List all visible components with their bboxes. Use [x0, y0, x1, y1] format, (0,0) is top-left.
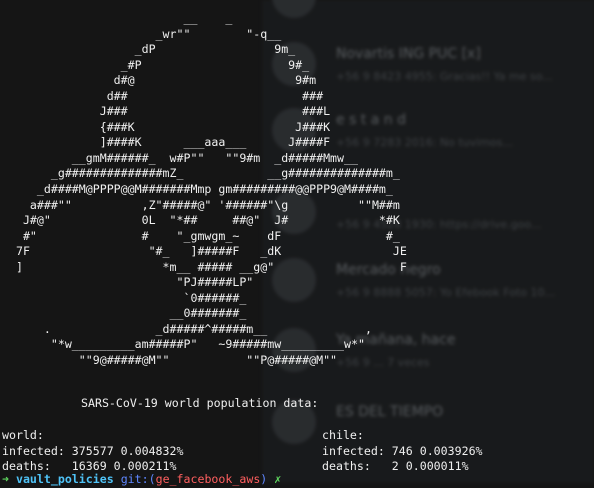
- world-label: world:: [2, 428, 44, 442]
- prompt-arrow-icon: ➜: [2, 472, 9, 486]
- prompt-git-prefix: git:(: [120, 472, 156, 486]
- chile-infected-line: infected: 746 0.003926%: [322, 444, 483, 458]
- chile-label: chile:: [322, 428, 364, 442]
- prompt-git-branch: ge_facebook_aws: [155, 472, 261, 486]
- biohazard-ascii-art: __ _ _wr"" "-q__ _dP 9m_ _#P 9#_ d#@ 9#m…: [15, 11, 407, 368]
- report-title: SARS-CoV-19 world population data:: [81, 396, 319, 410]
- shell-prompt[interactable]: ➜ vault_policies git:(ge_facebook_aws) ✗: [2, 472, 281, 488]
- prompt-dirty-marker: ✗: [274, 472, 282, 486]
- terminal-window[interactable]: __ _ _wr"" "-q__ _dP 9m_ _#P 9#_ d#@ 9#m…: [0, 0, 594, 486]
- prompt-git-suffix: ): [260, 472, 268, 486]
- world-infected-line: infected: 375577 0.004832%: [2, 444, 184, 458]
- chile-deaths-line: deaths: 2 0.000011%: [322, 459, 469, 473]
- prompt-directory: vault_policies: [15, 472, 114, 486]
